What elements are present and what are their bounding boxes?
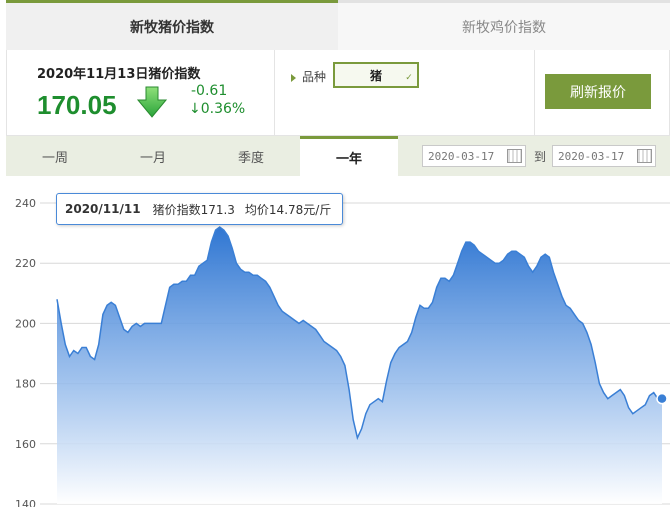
calendar-icon[interactable] — [637, 149, 652, 163]
triangle-right-icon — [291, 73, 296, 82]
y-tick-label: 220 — [15, 257, 36, 270]
variety-label-text: 品种 — [302, 70, 327, 84]
index-summary: 2020年11月13日猪价指数 170.05 -0.61 ↓0.36% — [7, 50, 275, 135]
index-change: -0.61 — [191, 83, 228, 99]
start-date-input[interactable]: 2020-03-17 — [422, 145, 526, 167]
y-tick-label: 140 — [15, 498, 36, 507]
end-date-input[interactable]: 2020-03-17 — [552, 145, 656, 167]
hover-point[interactable] — [656, 392, 668, 405]
check-corner-icon: ✓ — [405, 73, 413, 83]
tab-chicken-index[interactable]: 新牧鸡价指数 — [338, 0, 670, 50]
variety-selector: 品种 猪 ✓ — [275, 50, 535, 135]
summary-title: 2020年11月13日猪价指数 — [37, 67, 201, 82]
arrow-down-icon — [137, 86, 167, 118]
tab-quarter[interactable]: 季度 — [202, 136, 300, 176]
index-value: 170.05 — [37, 90, 117, 120]
tab-year[interactable]: 一年 — [300, 136, 398, 176]
variety-label: 品种 — [291, 68, 326, 85]
y-tick-label: 200 — [15, 317, 36, 330]
y-tick-label: 180 — [15, 378, 36, 391]
variety-select[interactable]: 猪 ✓ — [333, 62, 419, 88]
tooltip-date: 2020/11/11 — [65, 202, 141, 216]
series-area — [57, 227, 662, 504]
tab-month[interactable]: 一月 — [104, 136, 202, 176]
refresh-price-button[interactable]: 刷新报价 — [545, 74, 651, 109]
index-tabs: 新牧猪价指数 新牧鸡价指数 — [6, 0, 670, 50]
y-tick-label: 240 — [15, 197, 36, 210]
summary-panel: 2020年11月13日猪价指数 170.05 -0.61 ↓0.36% 品种 猪… — [6, 50, 670, 136]
end-date-value: 2020-03-17 — [558, 149, 625, 163]
index-change-percent: ↓0.36% — [189, 101, 246, 117]
chart-tooltip: 2020/11/11 猪价指数171.3 均价14.78元/斤 — [56, 193, 343, 225]
tab-pig-index[interactable]: 新牧猪价指数 — [6, 0, 338, 50]
start-date-value: 2020-03-17 — [428, 149, 495, 163]
tooltip-index: 猪价指数171.3 — [152, 202, 235, 217]
tab-week[interactable]: 一周 — [6, 136, 104, 176]
price-chart[interactable]: 140 160 180 200 220 240 — [0, 176, 670, 507]
variety-selected: 猪 — [369, 68, 382, 83]
y-tick-label: 160 — [15, 438, 36, 451]
date-to-label: 到 — [534, 150, 547, 164]
tooltip-average: 均价14.78元/斤 — [244, 202, 332, 217]
calendar-icon[interactable] — [507, 149, 522, 163]
period-tabs: 一周 一月 季度 一年 2020-03-17 到 2020-03-17 — [6, 136, 670, 176]
refresh-panel: 刷新报价 — [535, 50, 669, 135]
